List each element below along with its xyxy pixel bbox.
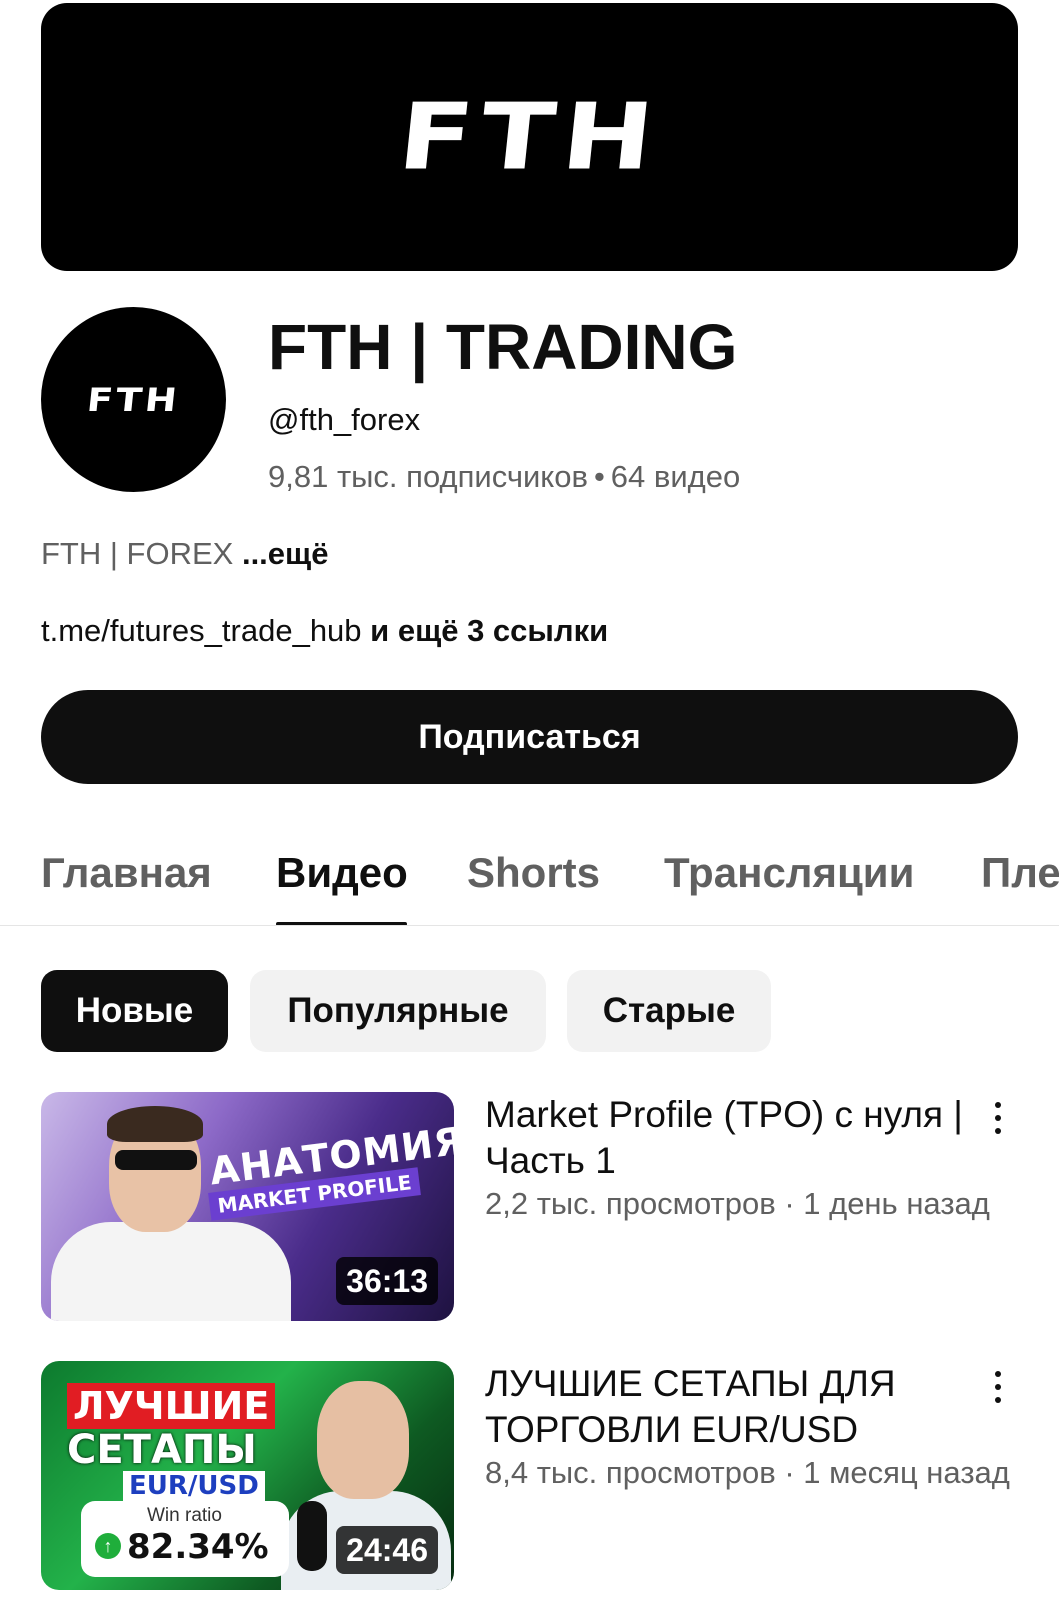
video-meta: 8,4 тыс. просмотров · 1 месяц назад: [485, 1455, 1010, 1490]
chip-oldest[interactable]: Старые: [567, 970, 771, 1052]
thumbnail-person-hair: [107, 1106, 203, 1142]
more-options-icon[interactable]: [986, 1367, 1010, 1407]
video-item[interactable]: АНАТОМИЯ MARKET PROFILE 36:13 Market Pro…: [41, 1092, 1041, 1322]
video-thumbnail[interactable]: АНАТОМИЯ MARKET PROFILE 36:13: [41, 1092, 454, 1321]
tab-home[interactable]: Главная: [41, 846, 212, 900]
channel-tabs: Главная Видео Shorts Трансляции Плейлист…: [0, 820, 1059, 926]
thumbnail-text-line-3: EUR/USD: [123, 1471, 265, 1501]
thumbnail-win-ratio-card: Win ratio ↑ 82.34%: [81, 1501, 289, 1577]
channel-avatar[interactable]: FTH: [41, 307, 226, 492]
thumbnail-text-line-2: СЕТАПЫ: [67, 1427, 257, 1473]
channel-stats: 9,81 тыс. подписчиков • 64 видео: [268, 457, 740, 497]
tab-videos[interactable]: Видео: [276, 846, 408, 900]
channel-title: FTH | TRADING: [268, 311, 738, 383]
tab-playlists[interactable]: Плейлисты: [981, 846, 1059, 900]
win-ratio-label: Win ratio: [147, 1505, 222, 1526]
subscribe-button[interactable]: Подписаться: [41, 690, 1018, 784]
subscriber-count: 9,81 тыс. подписчиков: [268, 459, 588, 494]
channel-description[interactable]: FTH | FOREX ...ещё: [41, 534, 328, 574]
chip-newest[interactable]: Новые: [41, 970, 228, 1052]
channel-handle: @fth_forex: [268, 402, 421, 437]
video-count: 64 видео: [610, 459, 741, 494]
arrow-up-icon: ↑: [95, 1533, 121, 1559]
thumbnail-person-body: [51, 1222, 291, 1321]
thumbnail-text-line-1: ЛУЧШИЕ: [67, 1383, 276, 1429]
thumbnail-person-head: [317, 1381, 409, 1499]
video-duration: 24:46: [336, 1526, 438, 1574]
description-text: FTH | FOREX: [41, 536, 234, 571]
video-title[interactable]: Market Profile (TPO) с нуля | Часть 1: [485, 1092, 965, 1184]
channel-links-more[interactable]: и ещё 3 ссылки: [362, 613, 608, 648]
banner-logo: FTH: [392, 83, 667, 191]
win-ratio-value: 82.34%: [127, 1527, 269, 1567]
active-tab-indicator: [276, 922, 407, 925]
video-item[interactable]: ЛУЧШИЕ СЕТАПЫ EUR/USD Win ratio ↑ 82.34%…: [41, 1361, 1041, 1591]
video-duration: 36:13: [336, 1257, 438, 1305]
video-thumbnail[interactable]: ЛУЧШИЕ СЕТАПЫ EUR/USD Win ratio ↑ 82.34%…: [41, 1361, 454, 1590]
channel-link-url[interactable]: t.me/futures_trade_hub: [41, 613, 362, 648]
video-title[interactable]: ЛУЧШИЕ СЕТАПЫ ДЛЯ ТОРГОВЛИ EUR/USD: [485, 1361, 965, 1453]
more-options-icon[interactable]: [986, 1098, 1010, 1138]
thumbnail-sunglasses: [115, 1150, 197, 1170]
thumbnail-microphone: [297, 1501, 327, 1571]
description-more-link[interactable]: ...ещё: [242, 536, 328, 571]
channel-links[interactable]: t.me/futures_trade_hub и ещё 3 ссылки: [41, 611, 608, 651]
tab-live[interactable]: Трансляции: [664, 846, 914, 900]
avatar-logo: FTH: [85, 380, 182, 419]
stats-separator: •: [593, 459, 605, 494]
tab-shorts[interactable]: Shorts: [467, 846, 600, 900]
video-meta: 2,2 тыс. просмотров · 1 день назад: [485, 1186, 990, 1221]
channel-banner: FTH: [41, 3, 1018, 271]
chip-popular[interactable]: Популярные: [250, 970, 546, 1052]
